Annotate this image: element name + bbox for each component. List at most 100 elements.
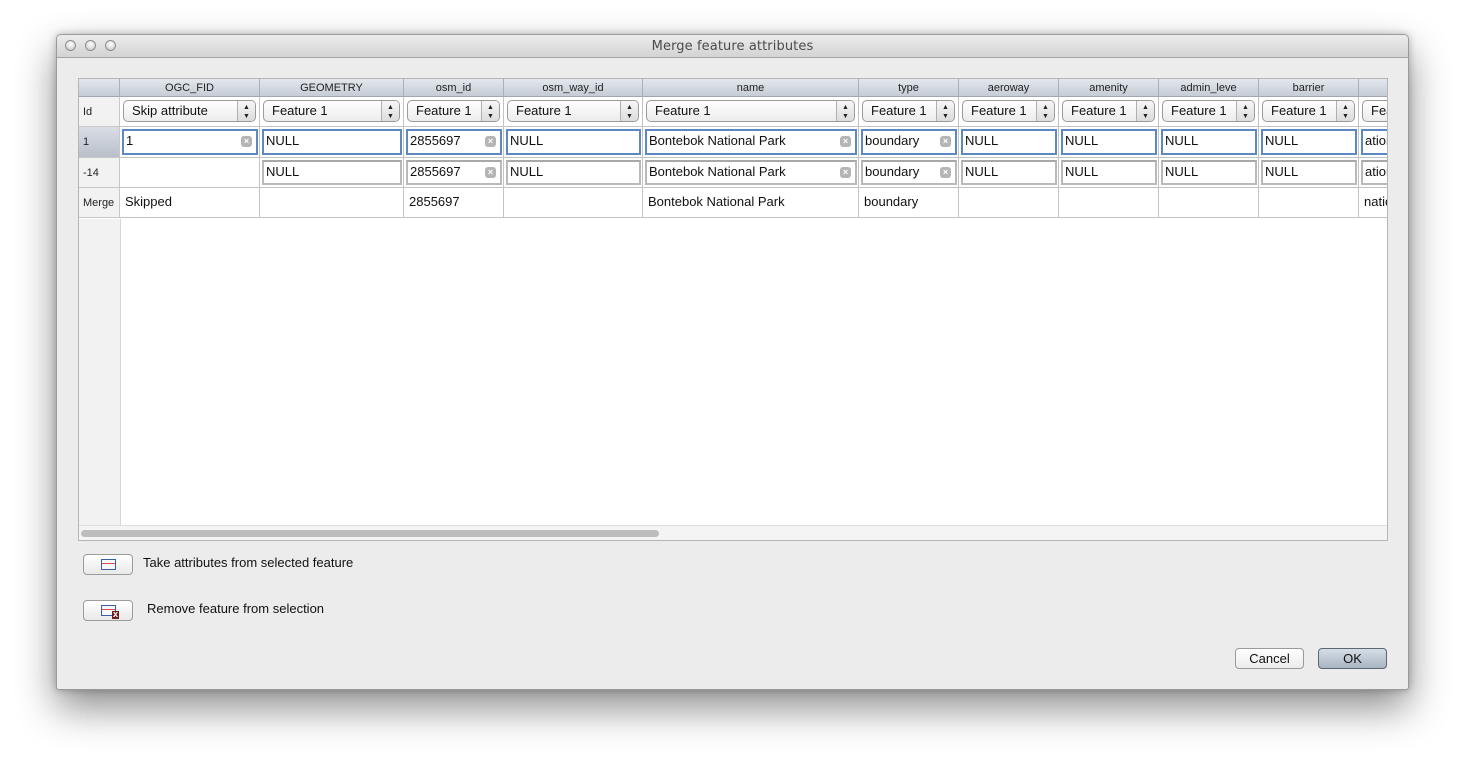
column-header[interactable]: type [859, 79, 959, 97]
attribute-value-field[interactable]: NULL [1261, 160, 1357, 185]
field-text: NULL [965, 133, 999, 148]
remove-feature-label: Remove feature from selection [147, 601, 325, 616]
merge-source-cell: Feature 1 ▲ ▼ [959, 97, 1059, 127]
select-value: Feature 1 [516, 103, 572, 118]
updown-arrows-icon: ▲ ▼ [1236, 101, 1254, 121]
field-text: NULL [1065, 133, 1099, 148]
scrollbar-thumb[interactable] [81, 530, 659, 537]
field-text: ation [1365, 164, 1387, 179]
remove-feature-button[interactable] [83, 600, 133, 621]
updown-arrows-icon: ▲ ▼ [836, 101, 854, 121]
merge-source-cell: Feature 1 ▲ ▼ [404, 97, 504, 127]
column-header[interactable]: barrier [1259, 79, 1359, 97]
updown-arrows-icon: ▲ ▼ [1036, 101, 1054, 121]
attribute-value-field[interactable]: NULL [262, 129, 402, 155]
column-header[interactable]: osm_way_id [504, 79, 643, 97]
column-header[interactable]: OGC_FID [120, 79, 260, 97]
attribute-value-field[interactable]: ation [1361, 129, 1387, 155]
updown-arrows-icon: ▲ ▼ [381, 101, 399, 121]
attribute-cell: NULL [504, 127, 643, 158]
merged-value-cell: Bontebok National Park [643, 188, 859, 218]
attribute-value-field[interactable]: NULL [961, 129, 1057, 155]
merge-source-select[interactable]: Feature 1 ▲ ▼ [1162, 100, 1255, 122]
field-text: boundary [865, 164, 920, 179]
select-value: Feature 1 [1271, 103, 1327, 118]
merge-source-select[interactable]: Feature 1 ▲ ▼ [507, 100, 639, 122]
attribute-value-field[interactable]: NULL [961, 160, 1057, 185]
merge-source-select[interactable]: Feature 1 ▲ ▼ [962, 100, 1055, 122]
merged-value-cell [1259, 188, 1359, 218]
select-value: Feature 1 [971, 103, 1027, 118]
attribute-cell: ation [1359, 158, 1387, 188]
attribute-cell: 1 × [120, 127, 260, 158]
column-header[interactable]: amenity [1059, 79, 1159, 97]
merged-value-cell: 2855697 [404, 188, 504, 218]
merge-source-select[interactable]: Feature 1 ▲ ▼ [1262, 100, 1355, 122]
clear-field-icon[interactable]: × [840, 136, 851, 147]
merge-source-select[interactable]: Feature 1 ▲ ▼ [862, 100, 955, 122]
attribute-cell: NULL [1159, 158, 1259, 188]
attribute-value-field[interactable]: NULL [1261, 129, 1357, 155]
clear-field-icon[interactable]: × [485, 136, 496, 147]
ok-button[interactable]: OK [1318, 648, 1387, 669]
merge-source-cell: Feature 1 ▲ ▼ [643, 97, 859, 127]
column-header[interactable]: name [643, 79, 859, 97]
column-header[interactable]: GEOMETRY [260, 79, 404, 97]
attribute-value-field[interactable]: NULL [1061, 160, 1157, 185]
attribute-value-field[interactable]: Bontebok National Park × [645, 160, 857, 185]
attribute-cell [120, 158, 260, 188]
attribute-value-field[interactable]: boundary × [861, 160, 957, 185]
attribute-cell: NULL [1259, 127, 1359, 158]
merge-source-select[interactable]: Feature 1 ▲ ▼ [407, 100, 500, 122]
attribute-value-field[interactable]: NULL [1061, 129, 1157, 155]
attribute-value-field[interactable]: 2855697 × [406, 129, 502, 155]
field-text: NULL [266, 164, 300, 179]
attribute-cell: NULL [260, 158, 404, 188]
column-header[interactable]: admin_leve [1159, 79, 1259, 97]
updown-arrows-icon: ▲ ▼ [620, 101, 638, 121]
column-header[interactable] [1359, 79, 1387, 97]
merge-source-select[interactable]: Skip attribute ▲ ▼ [123, 100, 256, 122]
clear-field-icon[interactable]: × [940, 167, 951, 178]
column-header[interactable]: aeroway [959, 79, 1059, 97]
attribute-value-field[interactable]: NULL [1161, 129, 1257, 155]
field-text: NULL [266, 133, 300, 148]
clear-field-icon[interactable]: × [241, 136, 252, 147]
merge-attributes-table: Id 1 -14 Merge OGC_FID Skip attribute ▲ ▼ 1 × Skip… [78, 78, 1388, 541]
merged-value-cell [959, 188, 1059, 218]
take-attributes-button[interactable] [83, 554, 133, 575]
merged-value-cell: Skipped [120, 188, 260, 218]
merge-source-cell: Feature 1 ▲ ▼ [260, 97, 404, 127]
row-header[interactable]: 1 [79, 127, 120, 158]
attribute-value-field[interactable]: NULL [506, 129, 641, 155]
attribute-value-field[interactable]: 2855697 × [406, 160, 502, 185]
merge-source-select[interactable]: Fea [1362, 100, 1387, 122]
attribute-value-field[interactable]: boundary × [861, 129, 957, 155]
clear-field-icon[interactable]: × [940, 136, 951, 147]
merge-source-select[interactable]: Feature 1 ▲ ▼ [1062, 100, 1155, 122]
row-header[interactable]: Merge [79, 188, 120, 218]
updown-arrows-icon: ▲ ▼ [481, 101, 499, 121]
attribute-value-field[interactable]: NULL [262, 160, 402, 185]
table-corner [79, 79, 120, 97]
merge-source-select[interactable]: Feature 1 ▲ ▼ [263, 100, 400, 122]
merge-source-cell: Feature 1 ▲ ▼ [1159, 97, 1259, 127]
attribute-cell: 2855697 × [404, 158, 504, 188]
attribute-cell: Bontebok National Park × [643, 158, 859, 188]
attribute-value-field[interactable]: 1 × [122, 129, 258, 155]
clear-field-icon[interactable]: × [485, 167, 496, 178]
merged-value-cell [1059, 188, 1159, 218]
attribute-value-field[interactable]: NULL [506, 160, 641, 185]
row-header[interactable]: Id [79, 97, 120, 127]
attribute-value-field[interactable]: NULL [1161, 160, 1257, 185]
attribute-cell: NULL [1059, 158, 1159, 188]
attribute-value-field[interactable]: ation [1361, 160, 1387, 185]
attribute-value-field[interactable]: Bontebok National Park × [645, 129, 857, 155]
clear-field-icon[interactable]: × [840, 167, 851, 178]
cancel-button[interactable]: Cancel [1235, 648, 1304, 669]
field-text: 1 [126, 133, 134, 148]
merge-source-select[interactable]: Feature 1 ▲ ▼ [646, 100, 855, 122]
horizontal-scrollbar[interactable] [79, 525, 1387, 540]
column-header[interactable]: osm_id [404, 79, 504, 97]
row-header[interactable]: -14 [79, 158, 120, 188]
